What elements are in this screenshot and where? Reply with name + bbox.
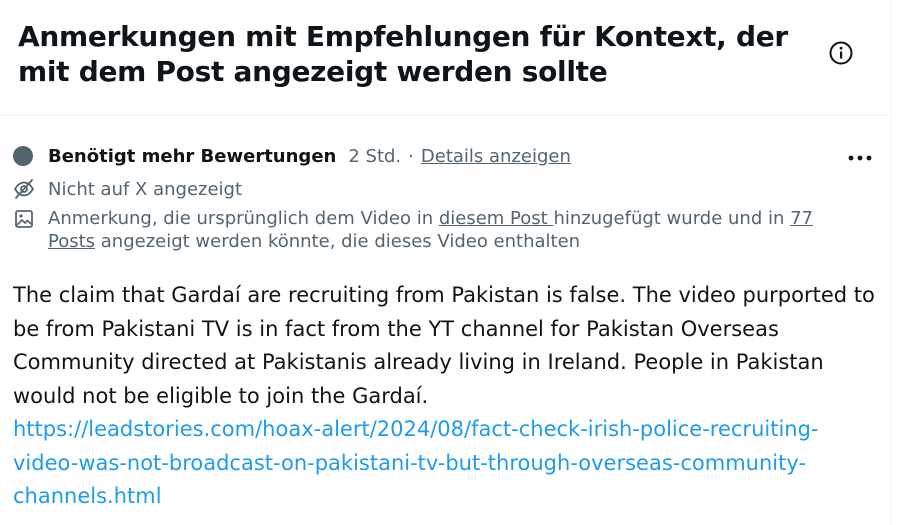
this-post-link[interactable]: diesem Post xyxy=(439,208,554,229)
page-title: Anmerkungen mit Empfehlungen für Kontext… xyxy=(18,20,788,88)
more-options-button[interactable] xyxy=(846,146,874,166)
visibility-row: Nicht auf X angezeigt xyxy=(13,177,242,201)
visibility-text: Nicht auf X angezeigt xyxy=(48,178,243,200)
image-icon xyxy=(13,208,35,230)
more-horizontal-icon xyxy=(847,147,873,166)
note-text: The claim that Gardaí are recruiting fro… xyxy=(13,283,875,408)
info-circle-icon xyxy=(828,40,854,70)
note-timestamp: 2 Std. xyxy=(348,145,402,167)
source-link[interactable]: https://leadstories.com/hoax-alert/2024/… xyxy=(13,413,883,514)
media-text-part: angezeigt werden könnte, die dieses Vide… xyxy=(95,231,581,252)
status-dot xyxy=(13,146,33,166)
notes-panel: Anmerkungen mit Empfehlungen für Kontext… xyxy=(0,0,891,525)
status-label: Benötigt mehr Bewertungen xyxy=(48,145,337,167)
eye-off-icon xyxy=(13,178,35,200)
media-info-row: Anmerkung, die ursprünglich dem Video in… xyxy=(13,207,858,253)
separator: · xyxy=(408,145,414,167)
note-status-row: Benötigt mehr Bewertungen 2 Std. · Detai… xyxy=(13,143,571,169)
info-button[interactable] xyxy=(826,40,856,70)
details-link[interactable]: Details anzeigen xyxy=(421,146,571,167)
media-info-text: Anmerkung, die ursprünglich dem Video in… xyxy=(48,207,858,253)
media-text-part: Anmerkung, die ursprünglich dem Video in xyxy=(48,208,439,229)
note-body: The claim that Gardaí are recruiting fro… xyxy=(13,279,883,514)
notes-header: Anmerkungen mit Empfehlungen für Kontext… xyxy=(0,0,891,116)
media-text-part: hinzugefügt wurde und in xyxy=(553,208,791,229)
